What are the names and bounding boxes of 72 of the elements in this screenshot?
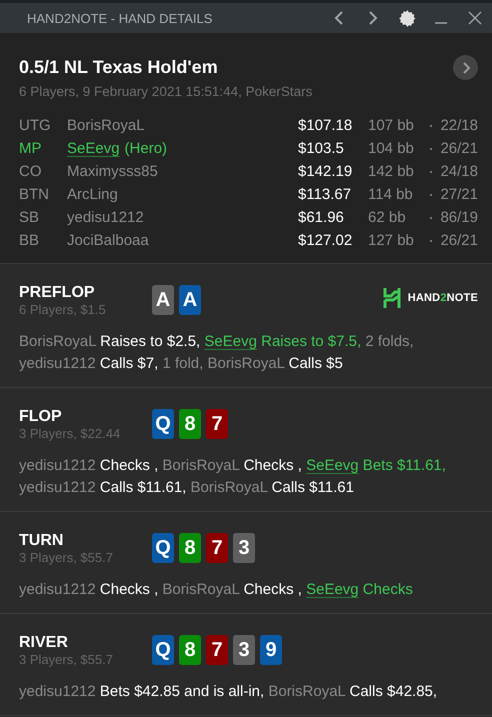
playing-card: 8	[179, 635, 201, 665]
playing-card: Q	[152, 409, 174, 439]
seat-position: CO	[19, 162, 42, 182]
stack-amount: $103.5	[298, 139, 345, 159]
action-summary: yedisu1212 Bets $42.85 and is all-in, BorisRoyaL Calls $42.85,	[19, 682, 438, 702]
player-stats: 26/21	[439, 231, 478, 251]
playing-card: 8	[179, 533, 201, 563]
gear-icon	[398, 10, 416, 26]
seat-position: BB	[19, 231, 40, 251]
player-stats: 24/18	[439, 162, 478, 182]
seat-position: UTG	[19, 116, 52, 136]
seat-position: MP	[19, 139, 42, 159]
playing-card: A	[152, 285, 174, 315]
player-name: yedisu1212	[67, 208, 145, 228]
stack-amount: $113.67	[298, 185, 352, 205]
street-info: 3 Players, $55.7	[19, 652, 114, 667]
playing-card: Q	[152, 533, 174, 563]
player-link[interactable]: SeEevg	[204, 333, 257, 350]
player-stats: 26/21	[439, 139, 478, 159]
playing-card: A	[179, 285, 201, 315]
close-icon	[468, 11, 482, 25]
hand-subtitle: 6 Players, 9 February 2021 15:51:44, PokerStars	[19, 84, 314, 99]
playing-card: Q	[152, 635, 174, 665]
playing-card: 8	[179, 409, 201, 439]
player-name: Maximysss85	[67, 162, 159, 182]
player-name: ArcLing	[67, 185, 119, 205]
stack-amount: $61.96	[298, 208, 345, 228]
playing-card: 7	[206, 409, 228, 439]
player-name: BorisRoyaL	[67, 116, 146, 136]
street-name: FLOP	[19, 408, 63, 426]
player-link[interactable]: SeEevg	[306, 581, 359, 598]
stack-bb: 114 bb	[368, 185, 414, 205]
action-summary: yedisu1212 Checks , BorisRoyaL Checks , SeEevg Bets $11.61, yedisu1212 Calls $11.61, BorisRoyaL Calls $11.61	[19, 456, 447, 498]
logo-text: HAND2NOTE	[408, 292, 478, 304]
stack-bb: 107 bb	[368, 116, 415, 136]
street-info: 6 Players, $1.5	[19, 302, 107, 317]
hand-title: 0.5/1 NL Texas Hold'em	[19, 57, 218, 78]
playing-card: 3	[233, 635, 255, 665]
chevron-right-icon	[368, 11, 378, 25]
stack-bb: 62 bb	[368, 208, 407, 228]
playing-card: 3	[233, 533, 255, 563]
street-name: PREFLOP	[19, 284, 96, 302]
player-stats: 27/21	[439, 185, 478, 205]
action-summary: BorisRoyaL Raises to $2.5, SeEevg Raises to $7.5, 2 folds, yedisu1212 Calls $7, 1 fold, BorisRoyaL Calls $5	[19, 332, 415, 374]
action-summary: yedisu1212 Checks , BorisRoyaL Checks , SeEevg Checks	[19, 580, 414, 600]
playing-card: 7	[206, 635, 228, 665]
playing-card: 7	[206, 533, 228, 563]
stack-amount: $142.19	[298, 162, 354, 182]
playing-card: 9	[260, 635, 282, 665]
player-stats: 86/19	[439, 208, 478, 228]
street-info: 3 Players, $22.44	[19, 426, 122, 441]
chevron-left-icon	[334, 11, 344, 25]
hero-tag: (Hero)	[124, 138, 168, 159]
stack-bb: 127 bb	[368, 231, 415, 251]
stack-amount: $107.18	[298, 116, 354, 136]
stack-amount: $127.02	[298, 231, 354, 251]
stack-bb: 104 bb	[368, 139, 415, 159]
forward-button[interactable]	[453, 55, 478, 80]
street-info: 3 Players, $55.7	[19, 550, 114, 565]
player-stats: 22/18	[439, 116, 478, 136]
street-name: TURN	[19, 532, 64, 550]
chevron-right-icon	[462, 62, 470, 74]
player-link[interactable]: SeEevg	[67, 138, 120, 159]
stack-bb: 142 bb	[368, 162, 415, 182]
player-name: JociBalboaa	[67, 231, 150, 251]
street-name: RIVER	[19, 634, 69, 652]
logo-icon	[382, 288, 401, 308]
player-link[interactable]: SeEevg	[306, 457, 359, 474]
window-title: HAND2NOTE - HAND DETAILS	[27, 10, 214, 26]
minimize-icon	[435, 22, 447, 24]
seat-position: SB	[19, 208, 40, 228]
seat-position: BTN	[19, 185, 50, 205]
